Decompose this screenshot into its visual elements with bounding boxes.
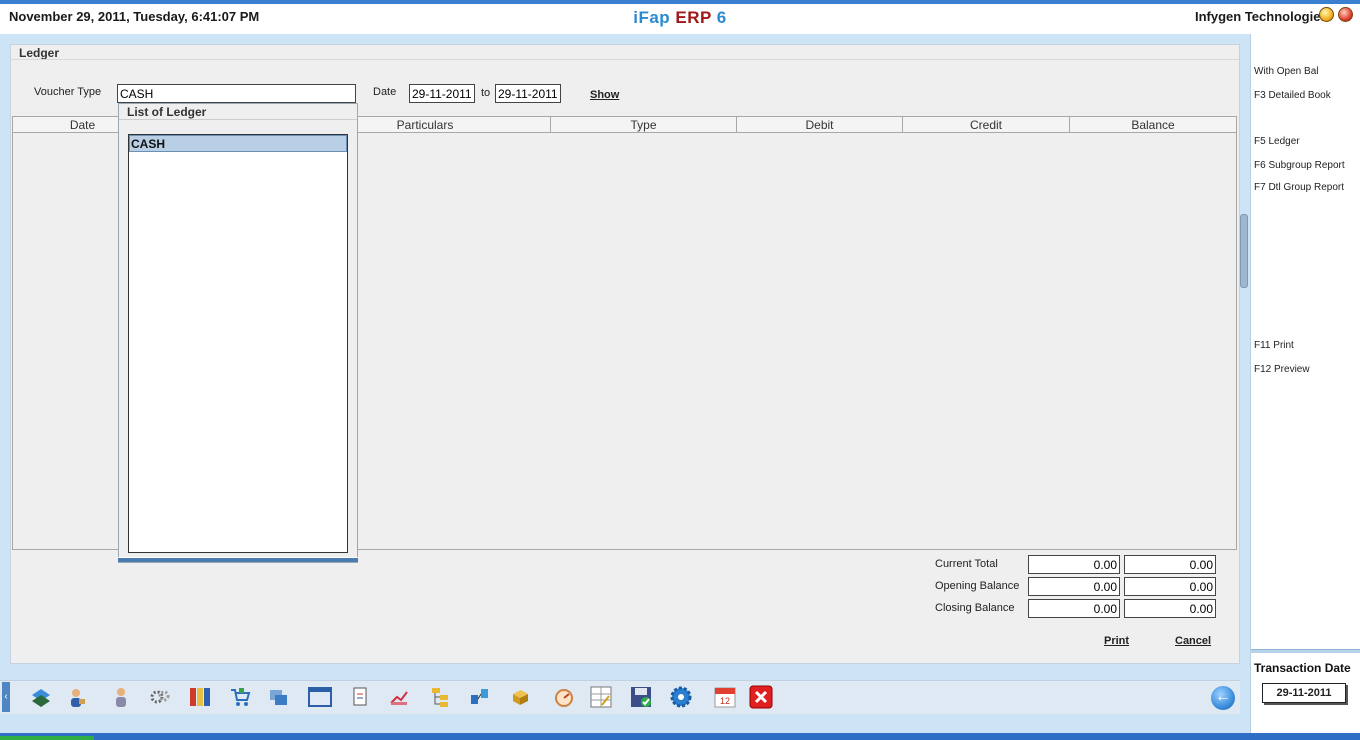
- column-header-credit[interactable]: Credit: [903, 117, 1070, 133]
- bottom-toolbar: [0, 680, 1240, 714]
- staff-icon[interactable]: [108, 684, 134, 710]
- menu-ledger[interactable]: F5 Ledger: [1254, 136, 1300, 147]
- close-window-icon[interactable]: [1338, 7, 1353, 22]
- popup-title: List of Ledger: [127, 105, 207, 119]
- closing-balance-label: Closing Balance: [935, 602, 1015, 614]
- window-icon[interactable]: [307, 684, 333, 710]
- column-header-type[interactable]: Type: [551, 117, 737, 133]
- current-total-label: Current Total: [935, 558, 998, 570]
- taskbar-strip: [0, 733, 1360, 740]
- opening-balance-label: Opening Balance: [935, 580, 1020, 592]
- cart-icon[interactable]: [227, 684, 253, 710]
- network-icon[interactable]: [467, 684, 493, 710]
- opening-balance-credit: 0.00: [1124, 577, 1216, 596]
- opening-balance-debit: 0.00: [1028, 577, 1120, 596]
- transfer-icon[interactable]: [265, 684, 291, 710]
- popup-bottom-bar: [118, 557, 358, 562]
- current-total-debit: 0.00: [1028, 555, 1120, 574]
- voucher-type-label: Voucher Type: [34, 86, 102, 98]
- cancel-label: Cancel: [1175, 635, 1212, 647]
- transaction-date-label: Transaction Date: [1254, 661, 1351, 675]
- settings-cog-icon[interactable]: [147, 684, 173, 710]
- menu-subgroup-report[interactable]: F6 Subgroup Report: [1254, 160, 1345, 171]
- close-icon[interactable]: [748, 684, 774, 710]
- folder-tree-icon[interactable]: [428, 684, 454, 710]
- books-icon[interactable]: [187, 684, 213, 710]
- document-icon[interactable]: [347, 684, 373, 710]
- back-arrow-icon[interactable]: ←: [1211, 686, 1235, 710]
- date-to-input[interactable]: 29-11-2011: [495, 84, 561, 103]
- menu-preview[interactable]: F12 Preview: [1254, 364, 1310, 375]
- closing-balance-credit: 0.00: [1124, 599, 1216, 618]
- closing-balance-debit: 0.00: [1028, 599, 1120, 618]
- date-label: Date: [373, 86, 397, 98]
- minimize-icon[interactable]: [1319, 7, 1334, 22]
- panel-splitter-handle[interactable]: [1240, 214, 1248, 288]
- panel-title: Ledger: [19, 46, 60, 60]
- save-icon[interactable]: [628, 684, 654, 710]
- app-title-erp: ERP: [675, 8, 712, 27]
- column-header-debit[interactable]: Debit: [737, 117, 903, 133]
- cancel-button[interactable]: Cancel: [1175, 635, 1211, 647]
- calendar-day: 12: [720, 696, 730, 706]
- box-icon[interactable]: [507, 684, 533, 710]
- menu-detailed-book[interactable]: F3 Detailed Book: [1254, 90, 1331, 101]
- accounts-icon[interactable]: [28, 684, 54, 710]
- popup-divider: [119, 119, 357, 120]
- menu-with-open-bal[interactable]: With Open Bal: [1254, 66, 1318, 77]
- show-button[interactable]: Show: [590, 89, 619, 101]
- print-button[interactable]: Print: [1104, 635, 1129, 647]
- ledger-list-item[interactable]: CASH: [129, 135, 347, 152]
- ledger-list[interactable]: [128, 134, 348, 553]
- gear-icon[interactable]: [668, 684, 694, 710]
- menu-dtl-group-report[interactable]: F7 Dtl Group Report: [1254, 182, 1344, 193]
- current-total-credit: 0.00: [1124, 555, 1216, 574]
- date-from-input[interactable]: 29-11-2011: [409, 84, 475, 103]
- transaction-divider: [1251, 649, 1360, 653]
- user-icon[interactable]: [64, 684, 90, 710]
- company-name: Infygen Technologies: [1195, 9, 1328, 24]
- chart-icon[interactable]: [386, 684, 412, 710]
- print-label: Print: [1104, 635, 1130, 647]
- panel-divider: [11, 59, 1239, 60]
- voucher-type-input[interactable]: CASH: [117, 84, 356, 103]
- app-title-version: 6: [711, 8, 727, 27]
- transaction-date-value[interactable]: 29-11-2011: [1262, 683, 1346, 703]
- toolbar-collapse-icon[interactable]: ‹: [2, 682, 10, 712]
- app-title-ifap: iFap: [633, 8, 676, 27]
- column-header-balance[interactable]: Balance: [1070, 117, 1236, 133]
- app-title: iFap ERP 6: [0, 8, 1360, 28]
- date-to-label: to: [481, 87, 491, 99]
- calculator-icon[interactable]: [588, 684, 614, 710]
- menu-print[interactable]: F11 Print: [1254, 340, 1294, 351]
- dial-icon[interactable]: [551, 684, 577, 710]
- taskbar-green-indicator: [0, 736, 94, 740]
- calendar-icon[interactable]: 12: [712, 684, 738, 710]
